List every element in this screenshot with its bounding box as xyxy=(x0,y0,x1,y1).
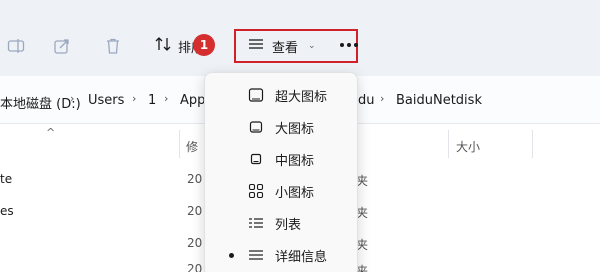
selected-indicator-icon xyxy=(229,252,234,258)
breadcrumb-appdata[interactable]: App xyxy=(180,93,205,108)
view-menu: 超大图标 大图标 中图标 小图标 列表 详细信息 xyxy=(204,72,358,272)
menu-item-label: 大图标 xyxy=(275,121,315,137)
menu-item-extra-large-icons[interactable]: 超大图标 xyxy=(205,79,357,111)
breadcrumb-baidu[interactable]: du xyxy=(358,93,375,108)
delete-icon[interactable] xyxy=(103,36,123,56)
view-label: 查看 xyxy=(272,40,299,56)
menu-item-small-icons[interactable]: 小图标 xyxy=(205,175,357,207)
chevron-down-icon: ⌄ xyxy=(308,41,316,51)
row-date: 20 xyxy=(187,262,203,272)
breadcrumb-baidunetdisk[interactable]: BaiduNetdisk xyxy=(396,93,482,108)
menu-item-label: 小图标 xyxy=(275,185,315,201)
rename-icon[interactable] xyxy=(6,36,26,56)
command-bar: 排序 1 查看 ⌄ xyxy=(0,0,600,76)
column-divider[interactable] xyxy=(448,130,449,158)
row-date: 20 xyxy=(187,236,203,250)
breadcrumb-separator-icon: › xyxy=(70,92,75,105)
extra-large-icons-icon xyxy=(247,86,265,104)
menu-item-list[interactable]: 列表 xyxy=(205,207,357,239)
list-icon xyxy=(247,214,265,232)
breadcrumb-drive[interactable]: 本地磁盘 (D:) xyxy=(0,93,81,112)
column-divider[interactable] xyxy=(532,130,533,158)
share-icon[interactable] xyxy=(52,36,72,56)
row-name: es xyxy=(0,204,14,218)
menu-item-label: 列表 xyxy=(275,217,302,233)
menu-item-label: 中图标 xyxy=(275,153,315,169)
sort-ascending-icon: ^ xyxy=(46,126,56,139)
menu-item-large-icons[interactable]: 大图标 xyxy=(205,111,357,143)
menu-item-label: 详细信息 xyxy=(275,249,328,265)
view-list-icon xyxy=(248,37,264,55)
menu-item-label: 超大图标 xyxy=(275,89,328,105)
large-icons-icon xyxy=(247,118,265,136)
medium-icons-icon xyxy=(247,150,265,168)
row-date: 20 xyxy=(187,204,203,218)
menu-item-medium-icons[interactable]: 中图标 xyxy=(205,143,357,175)
small-icons-icon xyxy=(247,182,265,200)
breadcrumb-separator-icon: › xyxy=(132,92,137,105)
more-options-button[interactable] xyxy=(338,34,360,56)
column-header-modified[interactable]: 修 xyxy=(186,138,198,155)
column-divider[interactable] xyxy=(179,130,180,158)
breadcrumb-user[interactable]: 1 xyxy=(148,93,156,108)
breadcrumb-separator-icon: › xyxy=(164,92,169,105)
menu-item-details[interactable]: 详细信息 xyxy=(205,239,357,271)
column-header-size[interactable]: 大小 xyxy=(456,138,480,155)
step-badge: 1 xyxy=(193,34,215,56)
row-name: te xyxy=(0,172,13,186)
breadcrumb-users[interactable]: Users xyxy=(88,93,124,108)
sort-icon xyxy=(154,35,172,57)
row-date: 20 xyxy=(187,172,203,186)
breadcrumb-separator-icon: › xyxy=(380,92,385,105)
details-icon xyxy=(247,246,265,264)
